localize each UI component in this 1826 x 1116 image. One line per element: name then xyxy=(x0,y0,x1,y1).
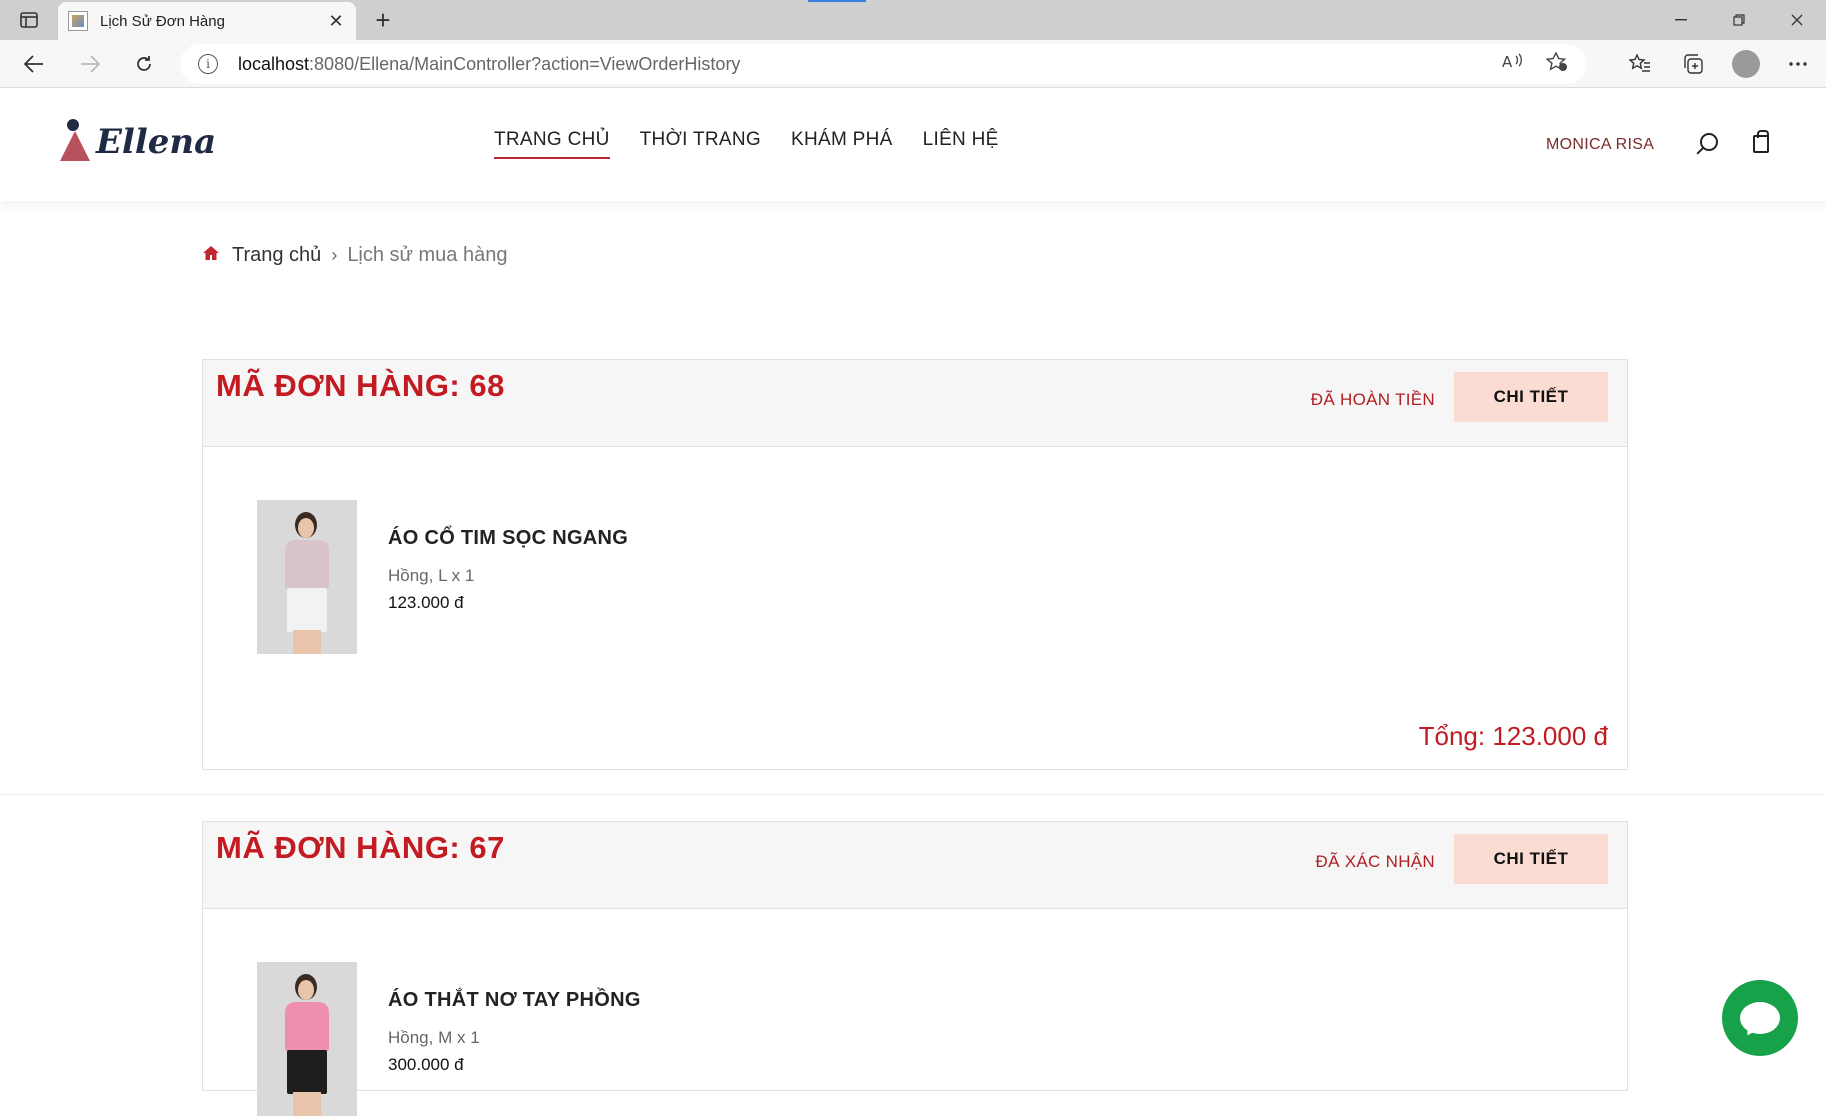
browser-tab-bar: Lịch Sử Đơn Hàng ✕ + xyxy=(0,0,1826,40)
browser-tab[interactable]: Lịch Sử Đơn Hàng ✕ xyxy=(58,2,356,40)
more-menu-icon[interactable] xyxy=(1782,48,1814,80)
order-header: MÃ ĐƠN HÀNG: 67 ĐÃ XÁC NHẬN CHI TIẾT xyxy=(203,822,1627,909)
restore-icon[interactable] xyxy=(1710,0,1768,40)
product-variant: Hồng, M x 1 xyxy=(388,1028,480,1047)
logo-figure-icon xyxy=(58,119,92,165)
profile-avatar-icon[interactable] xyxy=(1732,50,1760,78)
order-header: MÃ ĐƠN HÀNG: 68 ĐÃ HOÀN TIỀN CHI TIẾT xyxy=(203,360,1627,447)
product-image[interactable] xyxy=(257,500,357,654)
back-arrow-icon[interactable] xyxy=(18,48,50,80)
order-detail-button[interactable]: CHI TIẾT xyxy=(1454,834,1608,884)
tab-title: Lịch Sử Đơn Hàng xyxy=(100,12,225,30)
close-window-icon[interactable] xyxy=(1768,0,1826,40)
breadcrumb-separator: › xyxy=(331,245,338,265)
breadcrumb: Trang chủ › Lịch sử mua hàng xyxy=(202,244,507,267)
address-toolbar: i localhost:8080/Ellena/MainController?a… xyxy=(0,40,1826,88)
new-tab-button[interactable]: + xyxy=(368,5,398,36)
product-name[interactable]: ÁO CỔ TIM SỌC NGANG xyxy=(388,527,628,550)
add-favorite-icon[interactable] xyxy=(1545,51,1568,77)
favicon-icon xyxy=(68,11,88,31)
shopping-bag-icon[interactable] xyxy=(1746,127,1776,157)
order-detail-button[interactable]: CHI TIẾT xyxy=(1454,372,1608,422)
tab-loading-indicator xyxy=(808,0,866,2)
site-info-icon[interactable]: i xyxy=(198,54,218,74)
window-controls xyxy=(1652,0,1826,40)
nav-home[interactable]: TRANG CHỦ xyxy=(494,129,610,159)
site-header: Ellena TRANG CHỦ THỜI TRANG KHÁM PHÁ LIÊ… xyxy=(0,89,1826,201)
close-tab-icon[interactable]: ✕ xyxy=(326,11,346,32)
forward-arrow-icon[interactable] xyxy=(74,48,106,80)
read-aloud-icon[interactable]: A xyxy=(1502,52,1524,77)
order-card: MÃ ĐƠN HÀNG: 67 ĐÃ XÁC NHẬN CHI TIẾT ÁO … xyxy=(202,821,1628,1116)
nav-explore[interactable]: KHÁM PHÁ xyxy=(791,129,893,159)
product-price: 300.000 đ xyxy=(388,1055,464,1074)
chat-widget-button[interactable] xyxy=(1722,980,1798,1056)
logo-text: Ellena xyxy=(96,122,217,162)
order-total: Tổng: 123.000 đ xyxy=(1418,721,1608,751)
svg-text:A: A xyxy=(1502,53,1513,70)
chat-bubble-icon xyxy=(1740,1002,1780,1034)
main-nav: TRANG CHỦ THỜI TRANG KHÁM PHÁ LIÊN HỆ xyxy=(494,129,999,159)
tab-actions-icon[interactable] xyxy=(14,8,44,32)
home-icon[interactable] xyxy=(202,245,220,266)
url-bar[interactable]: i localhost:8080/Ellena/MainController?a… xyxy=(180,44,1586,84)
product-image[interactable] xyxy=(257,962,357,1116)
product-price: 123.000 đ xyxy=(388,593,464,612)
nav-contact[interactable]: LIÊN HỆ xyxy=(923,129,999,159)
site-logo[interactable]: Ellena xyxy=(58,119,216,165)
order-id: MÃ ĐƠN HÀNG: 67 xyxy=(216,830,505,865)
breadcrumb-current: Lịch sử mua hàng xyxy=(347,244,508,266)
order-status: ĐÃ XÁC NHẬN xyxy=(1315,852,1435,871)
search-icon[interactable] xyxy=(1694,127,1724,157)
refresh-icon[interactable] xyxy=(128,48,160,80)
url-path: :8080/Ellena/MainController?action=ViewO… xyxy=(309,53,741,74)
user-account-link[interactable]: MONICA RISA xyxy=(1546,136,1654,154)
order-id: MÃ ĐƠN HÀNG: 68 xyxy=(216,368,505,403)
url-host: localhost xyxy=(238,53,310,74)
order-status: ĐÃ HOÀN TIỀN xyxy=(1310,390,1435,409)
favorites-icon[interactable] xyxy=(1624,48,1656,80)
minimize-icon[interactable] xyxy=(1652,0,1710,40)
product-variant: Hồng, L x 1 xyxy=(388,566,475,585)
nav-fashion[interactable]: THỜI TRANG xyxy=(640,129,761,159)
product-name[interactable]: ÁO THẮT NƠ TAY PHỒNG xyxy=(388,989,641,1012)
breadcrumb-home[interactable]: Trang chủ xyxy=(232,244,321,267)
collections-icon[interactable] xyxy=(1678,48,1710,80)
section-divider xyxy=(0,794,1826,795)
order-card: MÃ ĐƠN HÀNG: 68 ĐÃ HOÀN TIỀN CHI TIẾT ÁO… xyxy=(202,359,1628,770)
